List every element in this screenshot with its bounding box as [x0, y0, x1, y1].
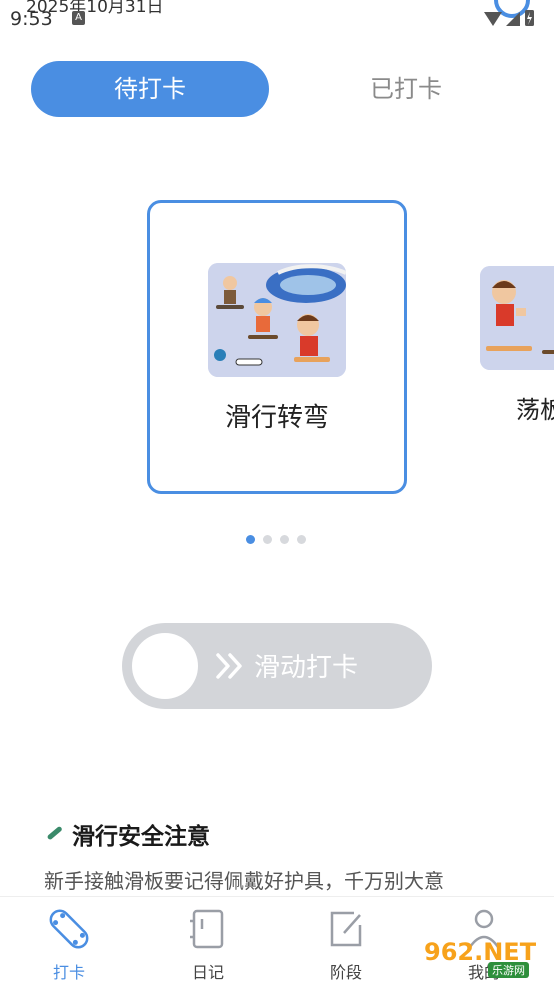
- site-watermark: 962.NET 乐游网: [412, 934, 552, 980]
- skateboard-icon: [49, 909, 89, 949]
- status-bar: 2025年10月31日 9:53 A: [0, 0, 554, 34]
- watermark-sub: 乐游网: [488, 962, 529, 978]
- safety-title: 滑行安全注意: [72, 824, 210, 850]
- pager-dot[interactable]: [297, 535, 306, 544]
- wifi-icon: [484, 12, 502, 26]
- tab-done[interactable]: 已打卡: [331, 61, 481, 117]
- pager-dots: [246, 535, 310, 545]
- tab-pending[interactable]: 待打卡: [31, 61, 269, 117]
- exercise-title: 滑行转弯: [224, 403, 329, 433]
- slider-label: 滑动打卡: [254, 653, 359, 683]
- edit-icon: [330, 911, 362, 947]
- exercise-image: [208, 263, 346, 377]
- exercise-card-next[interactable]: 荡板: [480, 266, 554, 424]
- skateboard-kids-illustration: [208, 263, 346, 377]
- status-time: 9:53: [10, 8, 53, 30]
- skateboard-icon: [47, 826, 62, 840]
- exercise-image: [480, 266, 554, 370]
- nav-item-stage[interactable]: 阶段: [300, 903, 392, 983]
- notebook-icon: [190, 909, 224, 949]
- slider-knob[interactable]: [132, 633, 198, 699]
- safety-description: 新手接触滑板要记得佩戴好护具，千万别大意: [44, 869, 444, 893]
- nav-label: 打卡: [52, 963, 85, 982]
- nav-label: 阶段: [329, 963, 362, 982]
- nav-item-diary[interactable]: 日记: [162, 903, 254, 983]
- pager-dot[interactable]: [280, 535, 289, 544]
- notification-badge: A: [72, 11, 85, 25]
- skateboard-kids-illustration: [480, 266, 554, 370]
- double-chevron-right-icon: [216, 653, 242, 679]
- pager-dot[interactable]: [263, 535, 272, 544]
- pager-dot-active[interactable]: [246, 535, 255, 544]
- exercise-card-active[interactable]: 滑行转弯: [147, 200, 407, 494]
- checkin-tabs: 待打卡 已打卡: [31, 61, 521, 117]
- status-icons: [484, 0, 534, 26]
- slide-to-checkin[interactable]: 滑动打卡: [122, 623, 432, 709]
- exercise-title: 荡板: [516, 396, 554, 424]
- nav-label: 日记: [191, 963, 224, 982]
- nav-item-checkin[interactable]: 打卡: [23, 903, 115, 983]
